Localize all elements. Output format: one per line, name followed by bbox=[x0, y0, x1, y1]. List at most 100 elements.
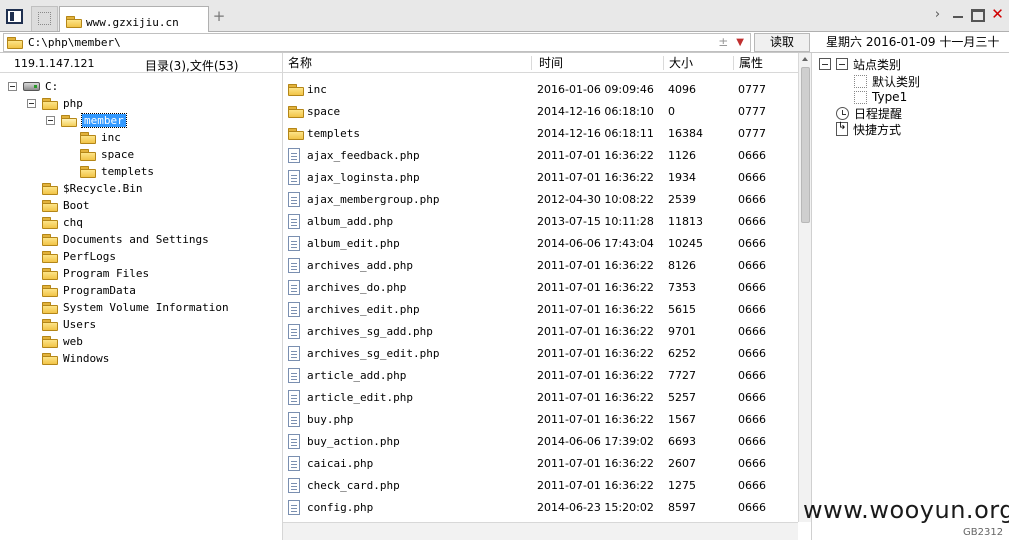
file-time: 2014-12-16 06:18:11 bbox=[537, 127, 654, 140]
folder-open-icon bbox=[61, 114, 77, 127]
vertical-scrollbar[interactable] bbox=[798, 53, 811, 522]
tree-item[interactable]: System Volume Information bbox=[42, 299, 229, 316]
tree-item[interactable]: Boot bbox=[42, 197, 90, 214]
tree-item[interactable]: Program Files bbox=[42, 265, 149, 282]
shortcut-node[interactable]: 快捷方式 bbox=[836, 121, 901, 137]
chevron-right-icon[interactable]: › bbox=[930, 7, 945, 22]
reminder-node[interactable]: 日程提醒 bbox=[836, 105, 902, 121]
file-row[interactable]: archives_do.php 2011-07-01 16:36:22 7353 06… bbox=[283, 276, 798, 298]
file-name: space bbox=[307, 105, 341, 118]
close-icon[interactable]: ✕ bbox=[990, 7, 1005, 22]
file-attr: 0666 bbox=[738, 391, 766, 404]
file-row[interactable]: ajax_feedback.php 2011-07-01 16:36:22 1126… bbox=[283, 144, 798, 166]
shortcut-icon bbox=[836, 121, 848, 136]
file-row[interactable]: inc 2016-01-06 09:09:46 4096 0777 bbox=[283, 78, 798, 100]
scroll-thumb[interactable] bbox=[801, 67, 810, 223]
tree-item[interactable]: php bbox=[27, 95, 83, 112]
tree-item[interactable]: web bbox=[42, 333, 83, 350]
file-name: archives_do.php bbox=[307, 281, 407, 294]
file-size: 1567 bbox=[668, 413, 696, 426]
reminder-label: 日程提醒 bbox=[854, 106, 903, 121]
horizontal-scrollbar[interactable] bbox=[283, 522, 798, 540]
tree-item[interactable]: space bbox=[80, 146, 134, 163]
file-row[interactable]: check_card.php 2011-07-01 16:36:22 1275 066… bbox=[283, 474, 798, 496]
folder-icon bbox=[42, 199, 58, 212]
file-row[interactable]: ajax_membergroup.php 2012-04-30 10:08:22 2… bbox=[283, 188, 798, 210]
add-tab-icon[interactable]: + bbox=[212, 8, 226, 24]
collapse-icon[interactable] bbox=[27, 99, 36, 108]
file-time: 2014-06-23 15:20:02 bbox=[537, 501, 654, 514]
file-row[interactable]: album_add.php 2013-07-15 10:11:28 11813 066… bbox=[283, 210, 798, 232]
tree-item[interactable]: templets bbox=[80, 163, 154, 180]
column-divider[interactable] bbox=[663, 56, 664, 70]
site-category-label: 站点类别 bbox=[853, 57, 902, 72]
maximize-icon[interactable] bbox=[970, 7, 985, 22]
tree-item[interactable]: Users bbox=[42, 316, 96, 333]
file-time: 2011-07-01 16:36:22 bbox=[537, 347, 654, 360]
file-attr: 0666 bbox=[738, 259, 766, 272]
file-name: archives_sg_add.php bbox=[307, 325, 433, 338]
category-item[interactable]: Type1 bbox=[854, 89, 907, 105]
chevron-down-icon[interactable]: ▼ bbox=[736, 34, 744, 51]
column-attr[interactable]: 属性 bbox=[739, 56, 763, 70]
collapse-icon[interactable] bbox=[819, 58, 831, 70]
file-time: 2011-07-01 16:36:22 bbox=[537, 479, 654, 492]
blank-page-icon bbox=[38, 12, 51, 25]
path-input[interactable]: C:\php\member\ ± ▼ bbox=[3, 33, 751, 52]
tree-item[interactable]: inc bbox=[80, 129, 121, 146]
folder-icon bbox=[42, 301, 58, 314]
column-name[interactable]: 名称 bbox=[288, 56, 312, 70]
column-divider[interactable] bbox=[733, 56, 734, 70]
file-attr: 0777 bbox=[738, 83, 766, 96]
file-attr: 0666 bbox=[738, 347, 766, 360]
column-size[interactable]: 大小 bbox=[669, 56, 693, 70]
file-name: buy_action.php bbox=[307, 435, 400, 448]
file-row[interactable]: archives_edit.php 2011-07-01 16:36:22 5615… bbox=[283, 298, 798, 320]
file-row[interactable]: archives_add.php 2011-07-01 16:36:22 8126 0… bbox=[283, 254, 798, 276]
file-size: 5615 bbox=[668, 303, 696, 316]
column-divider[interactable] bbox=[531, 56, 532, 70]
php-file-icon bbox=[288, 302, 300, 317]
blank-tab[interactable] bbox=[31, 6, 58, 31]
ip-address: 119.1.147.121 bbox=[14, 57, 95, 70]
path-text: C:\php\member\ bbox=[28, 36, 121, 49]
tree-item[interactable]: Documents and Settings bbox=[42, 231, 209, 248]
file-row[interactable]: archives_sg_edit.php 2011-07-01 16:36:22 6… bbox=[283, 342, 798, 364]
file-attr: 0777 bbox=[738, 105, 766, 118]
scroll-up-icon[interactable] bbox=[802, 57, 808, 61]
plus-minus-icon[interactable]: ± bbox=[718, 34, 728, 51]
file-row[interactable]: album_edit.php 2014-06-06 17:43:04 10245 06… bbox=[283, 232, 798, 254]
php-file-icon bbox=[288, 170, 300, 185]
file-row[interactable]: article_add.php 2011-07-01 16:36:22 7727 06… bbox=[283, 364, 798, 386]
tree-item[interactable]: $Recycle.Bin bbox=[42, 180, 142, 197]
column-time[interactable]: 时间 bbox=[539, 56, 563, 70]
file-row[interactable]: buy.php 2011-07-01 16:36:22 1567 0666 bbox=[283, 408, 798, 430]
tree-item[interactable]: C: bbox=[8, 78, 58, 95]
file-row[interactable]: caicai.php 2011-07-01 16:36:22 2607 0666 bbox=[283, 452, 798, 474]
file-row[interactable]: config.php 2014-06-23 15:20:02 8597 0666 bbox=[283, 496, 798, 518]
tree-item[interactable]: Windows bbox=[42, 350, 109, 367]
sidebar-toggle-icon[interactable] bbox=[6, 9, 23, 24]
file-row[interactable]: archives_sg_add.php 2011-07-01 16:36:22 97… bbox=[283, 320, 798, 342]
read-button[interactable]: 读取 bbox=[754, 33, 810, 52]
site-category-node[interactable]: 站点类别 bbox=[819, 56, 901, 72]
file-row[interactable]: buy_action.php 2014-06-06 17:39:02 6693 066… bbox=[283, 430, 798, 452]
collapse-icon[interactable] bbox=[8, 82, 17, 91]
file-size: 11813 bbox=[668, 215, 703, 228]
file-row[interactable]: space 2014-12-16 06:18:10 0 0777 bbox=[283, 100, 798, 122]
category-item[interactable]: 默认类别 bbox=[854, 73, 920, 89]
tree-item[interactable]: ProgramData bbox=[42, 282, 136, 299]
php-file-icon bbox=[288, 434, 300, 449]
tree-item[interactable]: member bbox=[46, 112, 127, 129]
file-row[interactable]: article_edit.php 2011-07-01 16:36:22 5257 0… bbox=[283, 386, 798, 408]
minimize-icon[interactable] bbox=[950, 7, 965, 22]
tree-item[interactable]: chq bbox=[42, 214, 83, 231]
tree-item-label: System Volume Information bbox=[63, 301, 229, 314]
tree-item-label: space bbox=[101, 148, 135, 161]
tree-item[interactable]: PerfLogs bbox=[42, 248, 116, 265]
tab-site[interactable]: www.gzxijiu.cn bbox=[59, 6, 209, 33]
file-row[interactable]: templets 2014-12-16 06:18:11 16384 0777 bbox=[283, 122, 798, 144]
file-time: 2014-06-06 17:39:02 bbox=[537, 435, 654, 448]
file-row[interactable]: ajax_loginsta.php 2011-07-01 16:36:22 1934… bbox=[283, 166, 798, 188]
collapse-icon[interactable] bbox=[46, 116, 55, 125]
